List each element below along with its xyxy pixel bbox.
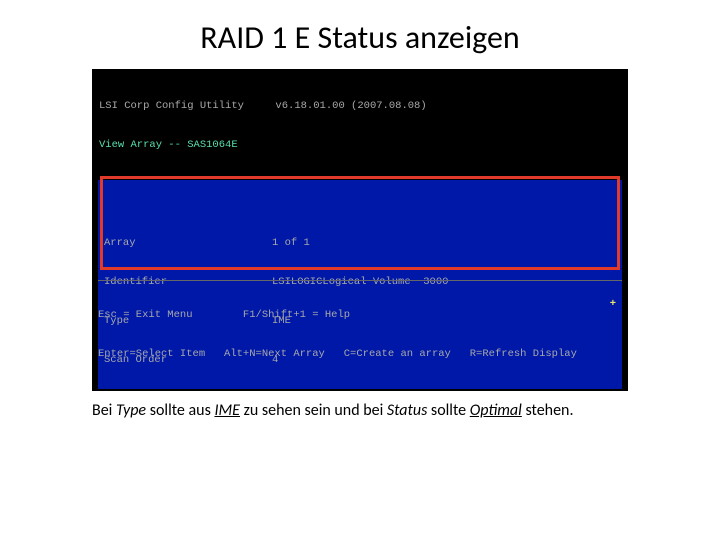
footer-line2: Enter=Select Item Alt+N=Next Array C=Cre…	[98, 348, 622, 361]
value-array: 1 of 1	[272, 237, 310, 250]
footer-help: Esc = Exit Menu F1/Shift+1 = Help Enter=…	[98, 254, 622, 387]
util-header-line1: LSI Corp Config Utility v6.18.01.00 (200…	[99, 100, 621, 113]
footer-line1: Esc = Exit Menu F1/Shift+1 = Help	[98, 309, 622, 322]
util-header-line2: View Array -- SAS1064E	[99, 139, 621, 152]
caption-text: Bei Type sollte aus IME zu sehen sein un…	[92, 401, 628, 422]
terminal-screenshot: LSI Corp Config Utility v6.18.01.00 (200…	[92, 69, 628, 391]
slide-title: RAID 1 E Status anzeigen	[0, 0, 720, 65]
label-array: Array	[104, 237, 272, 250]
